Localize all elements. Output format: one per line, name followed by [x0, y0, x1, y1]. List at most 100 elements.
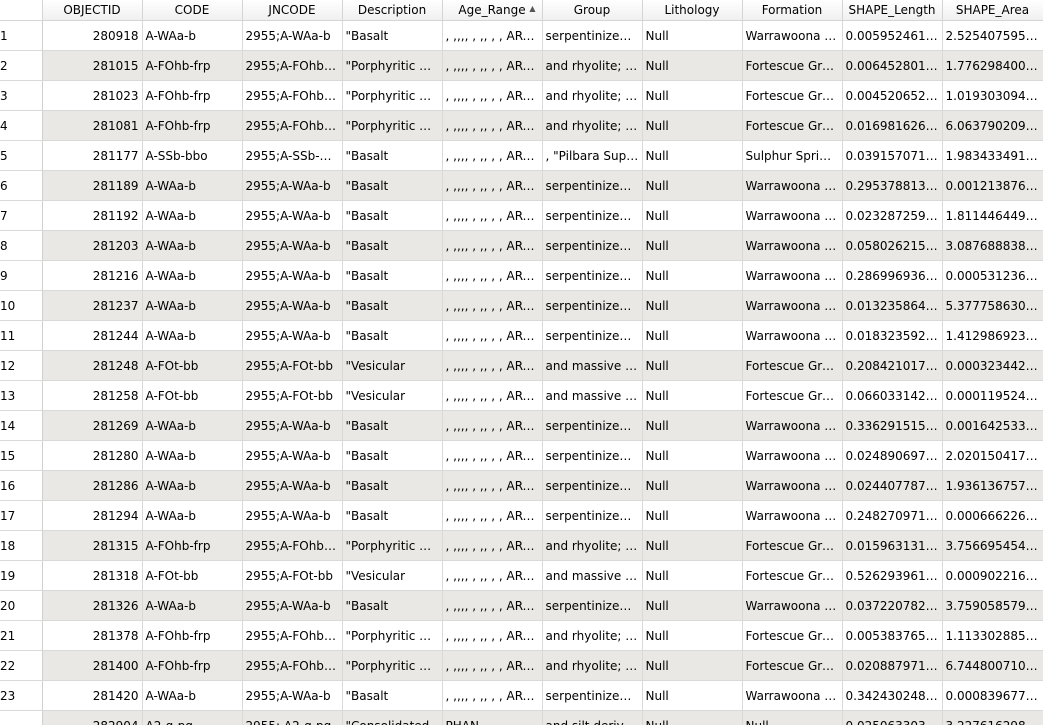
cell-formation[interactable]: Warrawoona Group — [742, 230, 843, 261]
cell-code[interactable]: A-WAa-b — [142, 230, 243, 261]
cell-shape-area[interactable]: 5.377758630074... — [942, 290, 1043, 321]
cell-description[interactable]: "Consolidated — [342, 710, 443, 725]
row-number[interactable] — [0, 710, 43, 725]
cell-shape-length[interactable]: 0.024407787241... — [842, 470, 943, 501]
cell-lithology[interactable]: Null — [642, 620, 743, 651]
cell-lithology[interactable]: Null — [642, 470, 743, 501]
table-row[interactable]: 282904A2-g-pg2955; A2-g-pg"ConsolidatedP… — [0, 710, 1043, 725]
cell-formation[interactable]: Fortescue Group, — [742, 650, 843, 681]
cell-jncode[interactable]: 2955;A-FOhb-frp — [242, 50, 343, 81]
cell-description[interactable]: "Vesicular — [342, 560, 443, 591]
cell-group[interactable]: serpentinized picrite — [542, 230, 643, 261]
cell-jncode[interactable]: 2955;A-FOhb-frp — [242, 110, 343, 141]
cell-age-range[interactable]: , ,,,, , ,, , , ARCHEAN — [442, 350, 543, 381]
cell-shape-area[interactable]: 3.227616298860... — [942, 710, 1043, 725]
cell-formation[interactable]: Warrawoona Group — [742, 200, 843, 231]
cell-age-range[interactable]: , ,,,, , ,, , , ARCHEAN — [442, 320, 543, 351]
cell-description[interactable]: "Basalt — [342, 170, 443, 201]
row-number[interactable]: 9 — [0, 260, 43, 291]
cell-jncode[interactable]: 2955;A-FOhb-frp — [242, 80, 343, 111]
cell-shape-area[interactable]: 1.113302885013... — [942, 620, 1043, 651]
cell-age-range[interactable]: , ,,,, , ,, , , ARCHEAN — [442, 50, 543, 81]
cell-shape-area[interactable]: 3.759058579994... — [942, 590, 1043, 621]
cell-objectid[interactable]: 281023 — [42, 80, 143, 111]
cell-shape-length[interactable]: 0.020887971268... — [842, 650, 943, 681]
cell-formation[interactable]: Fortescue Group, — [742, 110, 843, 141]
cell-shape-area[interactable]: 1.983433491110... — [942, 140, 1043, 171]
cell-description[interactable]: "Basalt — [342, 500, 443, 531]
cell-objectid[interactable]: 281269 — [42, 410, 143, 441]
row-number[interactable]: 10 — [0, 290, 43, 321]
cell-code[interactable]: A-FOt-bb — [142, 350, 243, 381]
cell-age-range[interactable]: , ,,,, , ,, , , ARCHEAN — [442, 110, 543, 141]
cell-shape-length[interactable]: 0.526293961311... — [842, 560, 943, 591]
cell-description[interactable]: "Basalt — [342, 20, 443, 51]
cell-description[interactable]: "Basalt — [342, 260, 443, 291]
cell-objectid[interactable]: 281378 — [42, 620, 143, 651]
cell-lithology[interactable]: Null — [642, 500, 743, 531]
cell-lithology[interactable]: Null — [642, 560, 743, 591]
corner-header[interactable] — [0, 0, 43, 21]
row-number[interactable]: 7 — [0, 200, 43, 231]
column-header-jncode[interactable]: JNCODE — [242, 0, 343, 21]
row-number[interactable]: 15 — [0, 440, 43, 471]
cell-objectid[interactable]: 281081 — [42, 110, 143, 141]
cell-group[interactable]: serpentinized picrite — [542, 410, 643, 441]
cell-group[interactable]: serpentinized picrite — [542, 320, 643, 351]
cell-shape-area[interactable]: 0.000902216924... — [942, 560, 1043, 591]
cell-formation[interactable]: Sulphur Springs Group — [742, 140, 843, 171]
cell-shape-length[interactable]: 0.015963131509... — [842, 530, 943, 561]
cell-formation[interactable]: Warrawoona Group — [742, 170, 843, 201]
table-row[interactable]: 2 281015 A-FOhb-frp 2955;A-FOhb-frp "Porphyr… — [0, 50, 1043, 81]
cell-age-range[interactable]: , ,,,, , ,, , , ARCHEAN — [442, 230, 543, 261]
cell-code[interactable]: A2-g-pg — [142, 710, 243, 725]
table-row[interactable]: 11 281244 A-WAa-b 2955;A-WAa-b "Basalt, ,,,,… — [0, 320, 1043, 351]
cell-lithology[interactable]: Null — [642, 290, 743, 321]
cell-code[interactable]: A-FOt-bb — [142, 560, 243, 591]
cell-group[interactable]: serpentinized picrite — [542, 500, 643, 531]
cell-description[interactable]: "Porphyritic dacite — [342, 620, 443, 651]
cell-shape-length[interactable]: 0.295378813009... — [842, 170, 943, 201]
cell-age-range[interactable]: , ,,,, , ,, , , ARCHEAN — [442, 530, 543, 561]
column-header-description[interactable]: Description — [342, 0, 443, 21]
cell-objectid[interactable]: 282904 — [42, 710, 143, 725]
cell-shape-length[interactable]: 0.005383765262... — [842, 620, 943, 651]
cell-lithology[interactable]: Null — [642, 530, 743, 561]
cell-objectid[interactable]: 281420 — [42, 680, 143, 711]
table-row[interactable]: 5 281177 A-SSb-bbo 2955;A-SSb-bbo "Basalt, ,… — [0, 140, 1043, 171]
cell-objectid[interactable]: 281244 — [42, 320, 143, 351]
cell-description[interactable]: "Basalt — [342, 200, 443, 231]
cell-jncode[interactable]: 2955;A-FOhb-frp — [242, 530, 343, 561]
cell-jncode[interactable]: 2955;A-SSb-bbo — [242, 140, 343, 171]
cell-jncode[interactable]: 2955;A-WAa-b — [242, 20, 343, 51]
cell-code[interactable]: A-WAa-b — [142, 590, 243, 621]
cell-jncode[interactable]: 2955;A-FOt-bb — [242, 350, 343, 381]
cell-jncode[interactable]: 2955;A-WAa-b — [242, 680, 343, 711]
cell-code[interactable]: A-WAa-b — [142, 320, 243, 351]
table-row[interactable]: 8 281203 A-WAa-b 2955;A-WAa-b "Basalt, ,,,, … — [0, 230, 1043, 261]
cell-shape-length[interactable]: 0.039157071850... — [842, 140, 943, 171]
cell-code[interactable]: A-FOhb-frp — [142, 110, 243, 141]
table-row[interactable]: 23 281420 A-WAa-b 2955;A-WAa-b "Basalt, ,,,,… — [0, 680, 1043, 711]
cell-code[interactable]: A-WAa-b — [142, 170, 243, 201]
cell-description[interactable]: "Basalt — [342, 140, 443, 171]
row-number[interactable]: 3 — [0, 80, 43, 111]
cell-objectid[interactable]: 281315 — [42, 530, 143, 561]
row-number[interactable]: 21 — [0, 620, 43, 651]
cell-code[interactable]: A-WAa-b — [142, 500, 243, 531]
cell-objectid[interactable]: 281015 — [42, 50, 143, 81]
cell-formation[interactable]: Warrawoona Group — [742, 20, 843, 51]
cell-objectid[interactable]: 281318 — [42, 560, 143, 591]
cell-formation[interactable]: Fortescue Group, — [742, 530, 843, 561]
cell-shape-area[interactable]: 0.001213876830... — [942, 170, 1043, 201]
row-number[interactable]: 19 — [0, 560, 43, 591]
cell-description[interactable]: "Basalt — [342, 440, 443, 471]
cell-lithology[interactable]: Null — [642, 710, 743, 725]
cell-group[interactable]: and rhyolite; conglomerate — [542, 80, 643, 111]
cell-lithology[interactable]: Null — [642, 650, 743, 681]
cell-objectid[interactable]: 281237 — [42, 290, 143, 321]
cell-jncode[interactable]: 2955;A-WAa-b — [242, 170, 343, 201]
cell-age-range[interactable]: , ,,,, , ,, , , ARCHEAN — [442, 680, 543, 711]
cell-group[interactable]: serpentinized picrite — [542, 590, 643, 621]
cell-age-range[interactable]: , ,,,, , ,, , , ARCHEAN — [442, 20, 543, 51]
